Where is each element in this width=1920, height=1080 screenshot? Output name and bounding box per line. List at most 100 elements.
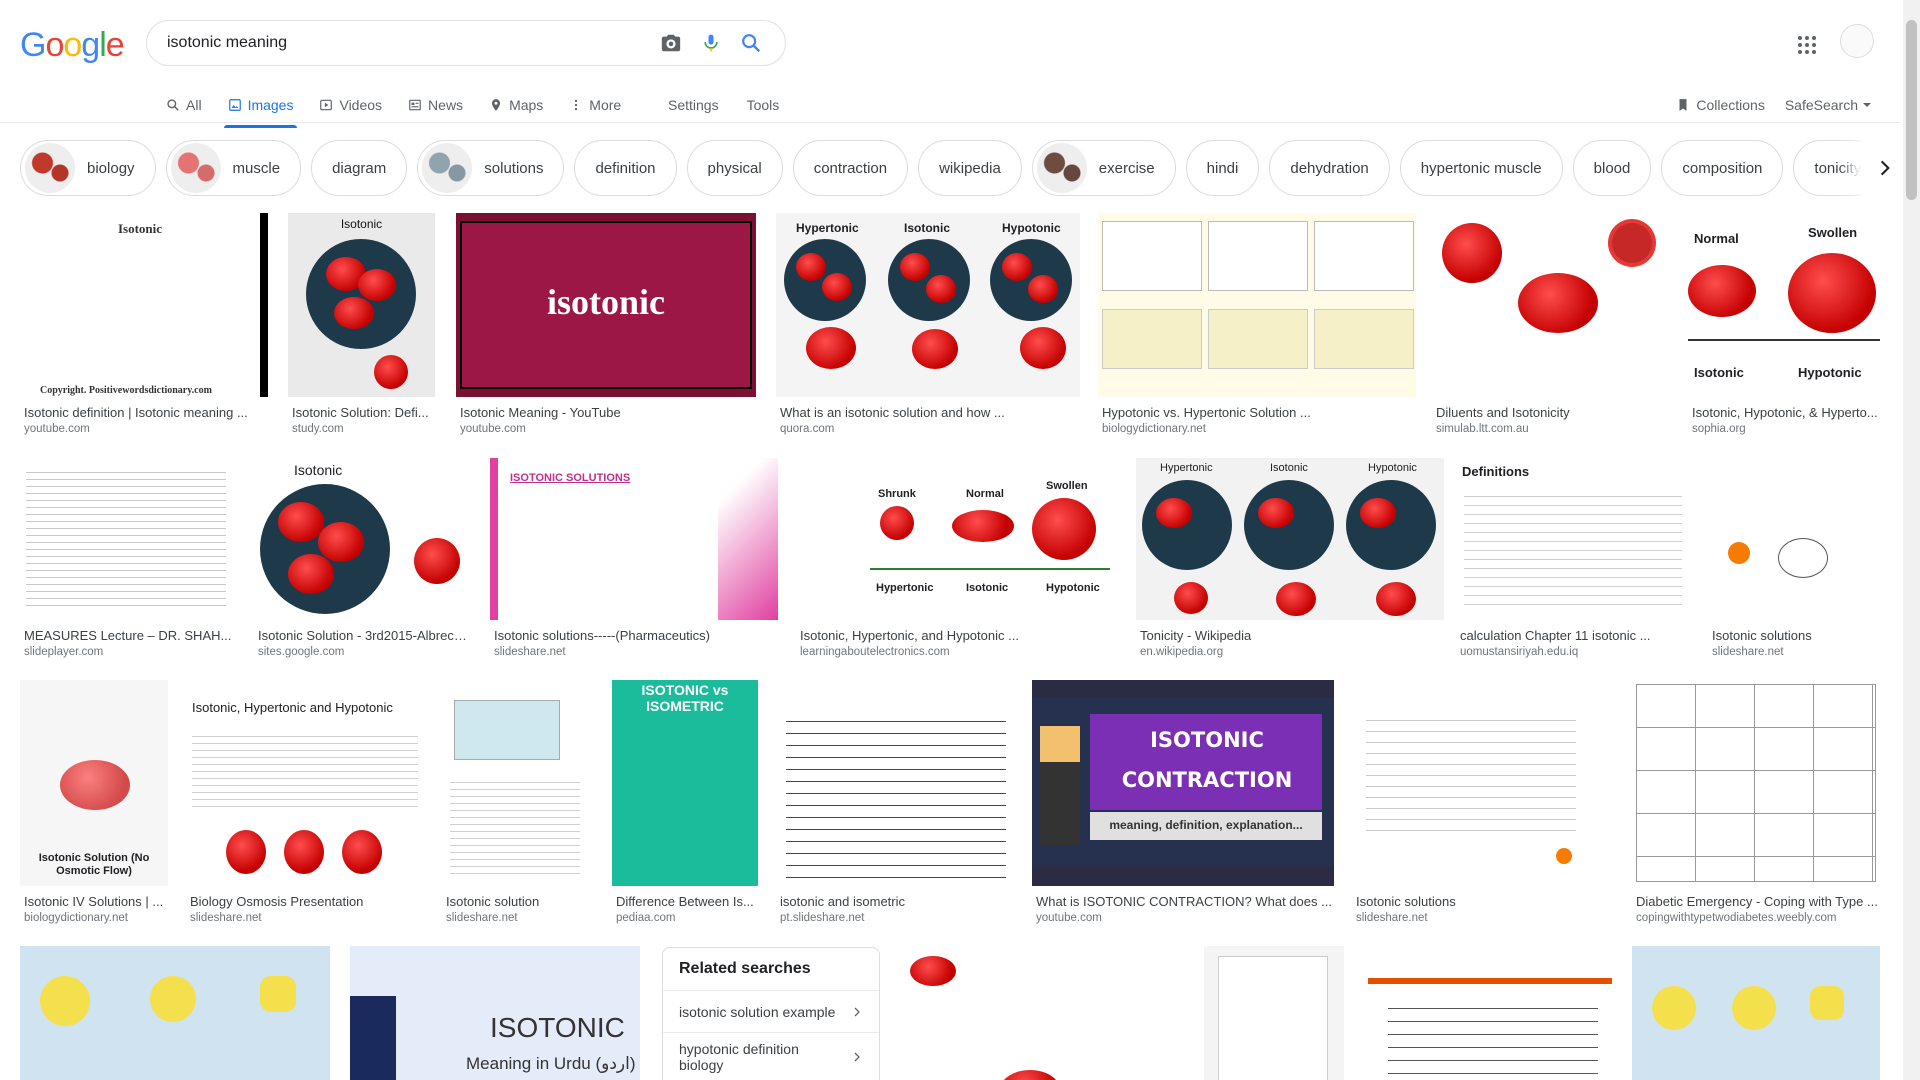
- image-result[interactable]: [900, 946, 1182, 1080]
- search-input[interactable]: isotonic meaning: [167, 34, 645, 52]
- result-caption[interactable]: isotonic and isometric: [780, 894, 1014, 909]
- result-caption[interactable]: MEASURES Lecture – DR. SHAH...: [24, 628, 236, 643]
- tab-maps[interactable]: Maps: [489, 88, 543, 122]
- chip-physical[interactable]: physical: [686, 140, 783, 196]
- chip-hindi[interactable]: hindi: [1185, 140, 1260, 196]
- result-caption[interactable]: Isotonic Solution: Defi...: [292, 405, 435, 420]
- result-caption[interactable]: What is an isotonic solution and how ...: [780, 405, 1080, 420]
- chip-exercise[interactable]: exercise: [1031, 140, 1176, 196]
- result-caption[interactable]: Isotonic Meaning - YouTube: [460, 405, 756, 420]
- image-result[interactable]: isotonic Isotonic Meaning - YouTube youtub…: [456, 213, 756, 437]
- tab-images[interactable]: Images: [223, 88, 298, 128]
- apps-grid-icon[interactable]: [1795, 33, 1819, 57]
- result-caption[interactable]: Diabetic Emergency - Coping with Type ..…: [1636, 894, 1880, 909]
- result-caption[interactable]: Isotonic solutions-----(Pharmaceutics): [494, 628, 778, 643]
- image-result[interactable]: isotonic and isometric pt.slideshare.net: [776, 680, 1014, 926]
- search-box[interactable]: isotonic meaning: [146, 20, 786, 66]
- result-caption[interactable]: Isotonic solution: [446, 894, 594, 909]
- result-source: uomustansiriyah.edu.iq: [1460, 646, 1579, 658]
- result-caption[interactable]: Hypotonic vs. Hypertonic Solution ...: [1102, 405, 1416, 420]
- image-result[interactable]: ISOTONIC SOLUTIONS Isotonic solutions----…: [490, 458, 778, 660]
- image-result[interactable]: [1632, 946, 1880, 1080]
- image-result[interactable]: Isotonic Isotonic Solution: Defi... study.…: [288, 213, 435, 437]
- red-blood-cell: [1442, 223, 1502, 283]
- scrollbar[interactable]: [1903, 0, 1920, 1080]
- result-caption[interactable]: Isotonic solutions: [1712, 628, 1878, 643]
- result-source: en.wikipedia.org: [1140, 646, 1224, 658]
- chip-hypertonic-muscle[interactable]: hypertonic muscle: [1399, 140, 1563, 196]
- chip-definition[interactable]: definition: [574, 140, 677, 196]
- chips-next-button[interactable]: [1862, 140, 1908, 196]
- camera-icon[interactable]: [657, 29, 685, 57]
- image-result[interactable]: Isotonic solutions slideshare.net: [1352, 680, 1580, 926]
- chip-solutions[interactable]: solutions: [417, 140, 565, 196]
- image-result[interactable]: Normal Swollen Isotonic Hypotonic Isotonic, …: [1688, 213, 1880, 437]
- result-caption[interactable]: Isotonic IV Solutions | ...: [24, 894, 168, 909]
- result-caption[interactable]: Isotonic, Hypertonic, and Hypotonic ...: [800, 628, 1122, 643]
- result-thumbnail: [1098, 213, 1416, 397]
- avatar[interactable]: [1840, 24, 1874, 58]
- image-result[interactable]: Isotonic Copyright. Positivewordsdictiona…: [20, 213, 268, 437]
- related-search-item[interactable]: hypotonic definition biology: [663, 1033, 879, 1080]
- result-thumbnail: [442, 680, 594, 886]
- image-result[interactable]: Definitions calculation Chapter 11 isoton…: [1456, 458, 1690, 660]
- image-result[interactable]: [1368, 946, 1612, 1080]
- chip-biology[interactable]: biology: [20, 140, 156, 196]
- microphone-icon[interactable]: [697, 29, 725, 57]
- settings-link[interactable]: Settings: [668, 97, 719, 113]
- image-result[interactable]: ISOTONIC CONTRACTION meaning, definition,…: [1032, 680, 1334, 926]
- result-caption[interactable]: Diluents and Isotonicity: [1436, 405, 1668, 420]
- google-logo[interactable]: Google: [20, 26, 125, 65]
- related-chips-bar: biology muscle diagram solutions definition p…: [20, 140, 1880, 196]
- tab-all[interactable]: All: [166, 88, 202, 122]
- safesearch-button[interactable]: SafeSearch: [1785, 97, 1872, 113]
- scrollbar-thumb[interactable]: [1906, 20, 1917, 200]
- result-caption[interactable]: Isotonic, Hypotonic, & Hyperto...: [1692, 405, 1880, 420]
- search-icon[interactable]: [737, 29, 765, 57]
- chip-dehydration[interactable]: dehydration: [1269, 140, 1390, 196]
- cell-diagram: [1778, 538, 1828, 578]
- result-caption[interactable]: Difference Between Is...: [616, 894, 758, 909]
- thumbnail-text: Hypertonic: [1160, 462, 1213, 474]
- result-source: youtube.com: [1036, 912, 1102, 924]
- collections-button[interactable]: Collections: [1676, 97, 1765, 113]
- chip-contraction[interactable]: contraction: [792, 140, 909, 196]
- chip-diagram[interactable]: diagram: [311, 140, 408, 196]
- result-caption[interactable]: What is ISOTONIC CONTRACTION? What does …: [1036, 894, 1334, 909]
- image-result[interactable]: Diabetic Emergency - Coping with Type ..…: [1632, 680, 1880, 926]
- tab-videos[interactable]: Videos: [319, 88, 382, 122]
- tools-link[interactable]: Tools: [747, 97, 780, 113]
- result-caption[interactable]: calculation Chapter 11 isotonic ...: [1460, 628, 1690, 643]
- tab-news[interactable]: News: [408, 88, 463, 122]
- chip-label: physical: [707, 159, 762, 177]
- chip-wikipedia[interactable]: wikipedia: [918, 140, 1022, 196]
- image-result[interactable]: Hypertonic Isotonic Hypotonic Tonicity - Wi…: [1136, 458, 1444, 660]
- result-caption[interactable]: Isotonic solutions: [1356, 894, 1580, 909]
- chip-composition[interactable]: composition: [1661, 140, 1784, 196]
- image-result[interactable]: Shrunk Normal Swollen Hypertonic Isotonic Hyp…: [796, 458, 1122, 660]
- image-result[interactable]: [1204, 946, 1344, 1080]
- image-result[interactable]: ISOTONIC Meaning in Urdu (اردو): [350, 946, 640, 1080]
- image-result[interactable]: Isotonic solution slideshare.net: [442, 680, 594, 926]
- related-search-item[interactable]: isotonic solution example: [663, 991, 879, 1033]
- chip-blood[interactable]: blood: [1572, 140, 1652, 196]
- tab-more[interactable]: More: [569, 88, 621, 122]
- image-result[interactable]: Isotonic solutions slideshare.net: [1708, 458, 1878, 660]
- image-result[interactable]: Diluents and Isotonicity simulab.ltt.com.…: [1432, 213, 1668, 437]
- image-result[interactable]: Hypotonic vs. Hypertonic Solution ... bio…: [1098, 213, 1416, 437]
- image-result[interactable]: Isotonic Solution (No Osmotic Flow) Isoto…: [20, 680, 168, 926]
- result-caption[interactable]: Tonicity - Wikipedia: [1140, 628, 1444, 643]
- image-result[interactable]: Hypertonic Isotonic Hypotonic What is an is…: [776, 213, 1080, 437]
- image-result[interactable]: Isotonic Isotonic Solution - 3rd2015-Albr…: [254, 458, 472, 660]
- thumbnail-text: Hypertonic: [876, 582, 934, 594]
- image-result[interactable]: [20, 946, 330, 1080]
- result-caption[interactable]: Isotonic definition | Isotonic meaning .…: [24, 405, 268, 420]
- image-result[interactable]: Isotonic, Hypertonic and Hypotonic Biolog…: [186, 680, 424, 926]
- chip-muscle[interactable]: muscle: [165, 140, 302, 196]
- image-result[interactable]: MEASURES Lecture – DR. SHAH... slideplaye…: [20, 458, 236, 660]
- result-caption[interactable]: Isotonic Solution - 3rd2015-AlbrechtR: [258, 628, 472, 643]
- related-searches-heading: Related searches: [663, 948, 879, 991]
- result-caption[interactable]: Biology Osmosis Presentation: [190, 894, 424, 909]
- image-result[interactable]: ISOTONIC vs ISOMETRIC Difference Between …: [612, 680, 758, 926]
- result-source: quora.com: [780, 423, 835, 435]
